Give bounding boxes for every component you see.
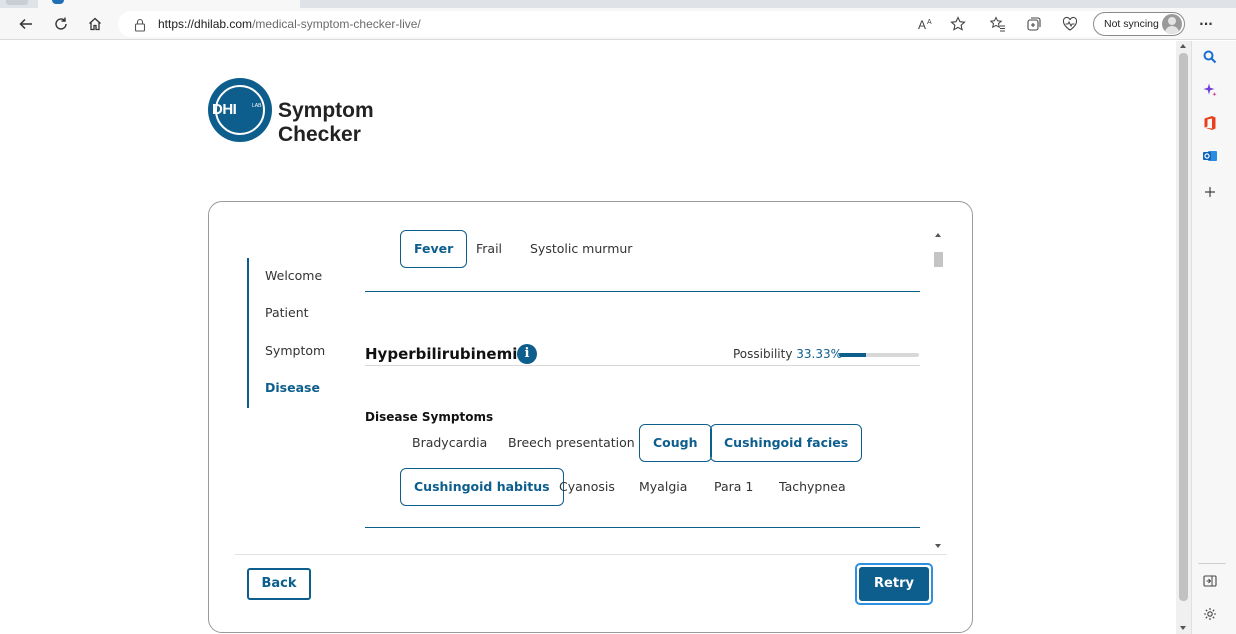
symptom-chip-bradycardia[interactable]: Bradycardia — [399, 424, 500, 462]
page-scroll-up-icon[interactable] — [1180, 44, 1186, 48]
possibility-text: Possibility 33.33% — [733, 347, 842, 361]
edge-sidebar — [1191, 41, 1236, 634]
symptom-chip-breech-presentation[interactable]: Breech presentation — [495, 424, 648, 462]
page-scroll-down-icon[interactable] — [1180, 626, 1186, 630]
refresh-icon[interactable] — [51, 14, 71, 34]
sync-status-label: Not syncing — [1104, 18, 1159, 30]
copilot-sparkle-icon[interactable] — [1200, 80, 1220, 100]
disease-name: Hyperbilirubinemia — [365, 345, 528, 363]
back-button[interactable]: Back — [247, 568, 311, 600]
page-scrollbar[interactable] — [1176, 41, 1191, 634]
home-icon[interactable] — [85, 14, 105, 34]
symptom-chip-cyanosis[interactable]: Cyanosis — [546, 468, 628, 506]
tab-favicon-icon — [52, 0, 64, 4]
page-content: DHI LAB Symptom Checker Welcome Patient … — [0, 41, 1176, 634]
outlook-icon[interactable] — [1200, 146, 1220, 166]
possibility-label: Possibility — [733, 347, 793, 361]
brand-line-2: Checker — [278, 123, 361, 146]
logo-text: DHI — [212, 101, 237, 118]
tab-strip — [0, 0, 1236, 8]
back-arrow-icon[interactable] — [16, 14, 36, 34]
url-host: https://dhilab.com — [158, 17, 253, 31]
footer-divider — [235, 554, 947, 555]
office-icon[interactable] — [1200, 113, 1220, 133]
possibility-value: 33.33% — [796, 347, 843, 361]
symptom-chip-cough[interactable]: Cough — [639, 424, 712, 462]
step-patient[interactable]: Patient — [265, 305, 309, 320]
more-menu-icon[interactable]: ··· — [1196, 14, 1216, 34]
page-scroll-thumb[interactable] — [1179, 53, 1188, 601]
panel-scroll-thumb[interactable] — [934, 252, 943, 267]
symptom-chip-myalgia[interactable]: Myalgia — [626, 468, 700, 506]
symptom-chip-para-1[interactable]: Para 1 — [701, 468, 766, 506]
info-icon[interactable]: i — [517, 344, 537, 364]
scroll-up-arrow-icon[interactable] — [935, 233, 941, 237]
possibility-bar — [839, 353, 919, 357]
step-welcome[interactable]: Welcome — [265, 268, 322, 283]
active-tab[interactable] — [38, 0, 300, 8]
hide-sidebar-icon[interactable] — [1200, 571, 1220, 591]
symptom-chip-tachypnea[interactable]: Tachypnea — [766, 468, 859, 506]
svg-text:A: A — [927, 19, 932, 26]
symptom-chip-systolic-murmur[interactable]: Systolic murmur — [517, 230, 645, 268]
url-text[interactable]: https://dhilab.com/medical-symptom-check… — [158, 17, 421, 31]
section-divider — [365, 291, 920, 292]
settings-gear-icon[interactable] — [1200, 604, 1220, 624]
retry-button[interactable]: Retry — [855, 563, 933, 605]
panel-scrollbar[interactable] — [932, 226, 946, 554]
collections-icon[interactable] — [1024, 14, 1044, 34]
symptom-chip-cushingoid-habitus[interactable]: Cushingoid habitus — [400, 468, 564, 506]
symptom-chip-fever[interactable]: Fever — [400, 230, 468, 268]
disease-symptoms-heading: Disease Symptoms — [365, 410, 494, 424]
step-disease[interactable]: Disease — [265, 380, 320, 395]
symptom-chip-cushingoid-facies[interactable]: Cushingoid facies — [710, 424, 863, 462]
profile-avatar-icon — [1162, 14, 1182, 34]
lock-icon[interactable] — [134, 17, 146, 36]
browser-toolbar: https://dhilab.com/medical-symptom-check… — [0, 8, 1236, 40]
sidebar-separator — [1198, 563, 1226, 564]
brand-title: Symptom Checker — [278, 99, 374, 147]
header-divider — [365, 365, 920, 366]
symptom-chip-frail[interactable]: Frail — [463, 230, 515, 268]
svg-text:A: A — [918, 18, 926, 31]
retry-button-label: Retry — [859, 567, 929, 601]
search-icon[interactable] — [1200, 47, 1220, 67]
add-sidebar-app-icon[interactable] — [1200, 182, 1220, 202]
address-bar[interactable]: https://dhilab.com/medical-symptom-check… — [118, 11, 1118, 37]
brand-line-1: Symptom — [278, 99, 374, 122]
browser-essentials-icon[interactable] — [1060, 14, 1080, 34]
dhi-lab-logo: DHI LAB — [208, 78, 272, 142]
section-divider-bottom — [365, 527, 920, 528]
scroll-down-arrow-icon[interactable] — [935, 544, 941, 548]
checker-card: Welcome Patient Symptom Disease Fever Fr… — [208, 201, 973, 633]
step-symptom[interactable]: Symptom — [265, 343, 325, 358]
read-aloud-icon[interactable]: AA — [916, 14, 936, 34]
results-panel: Fever Frail Systolic murmur Hyperbilirub… — [365, 226, 920, 548]
add-favorite-icon[interactable] — [948, 14, 968, 34]
step-navigation: Welcome Patient Symptom Disease — [247, 258, 357, 408]
tab-actions-button[interactable] — [6, 0, 28, 5]
profile-sync-button[interactable]: Not syncing — [1093, 12, 1185, 36]
url-path: /medical-symptom-checker-live/ — [252, 17, 421, 31]
favorites-icon[interactable] — [988, 14, 1008, 34]
logo-sub: LAB — [252, 103, 262, 109]
possibility-bar-fill — [839, 353, 866, 357]
